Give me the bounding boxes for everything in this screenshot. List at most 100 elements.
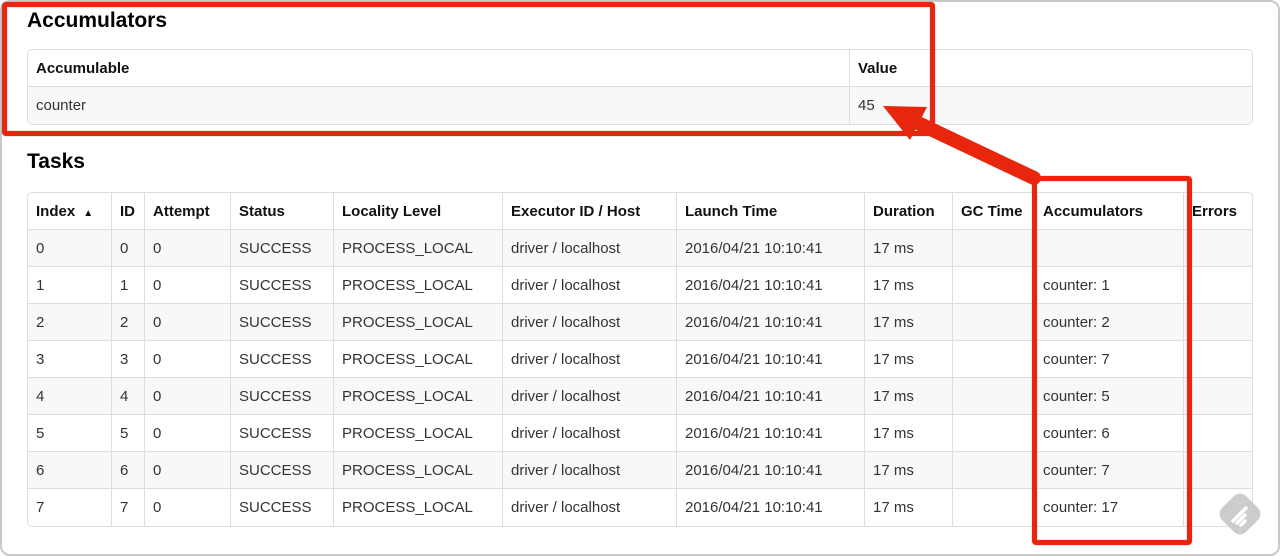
cell-locality-level: PROCESS_LOCAL [334,489,503,526]
cell-duration: 17 ms [865,415,953,452]
sort-ascending-icon: ▲ [83,207,94,219]
cell-executor-id-host: driver / localhost [503,415,677,452]
cell-accumulators [1035,230,1184,267]
cell-launch-time: 2016/04/21 10:10:41 [677,267,865,304]
cell-duration: 17 ms [865,230,953,267]
cell-attempt: 0 [145,341,231,378]
tasks-table: Index ▲ ID Attempt Status Locality Level … [27,192,1253,527]
cell-attempt: 0 [145,230,231,267]
cell-index: 0 [28,230,112,267]
column-header-accumulators[interactable]: Accumulators [1035,193,1184,230]
table-row: 4 4 0 SUCCESS PROCESS_LOCAL driver / localhos… [28,378,1252,415]
column-header-launch-time[interactable]: Launch Time [677,193,865,230]
cell-value: 45 [850,87,1252,124]
cell-accumulators: counter: 6 [1035,415,1184,452]
tasks-section-title: Tasks [27,150,85,173]
cell-status: SUCCESS [231,415,334,452]
cell-executor-id-host: driver / localhost [503,489,677,526]
column-header-value[interactable]: Value [850,50,1252,87]
cell-gc-time [953,415,1035,452]
column-header-locality-level[interactable]: Locality Level [334,193,503,230]
cell-status: SUCCESS [231,304,334,341]
cell-id: 6 [112,452,145,489]
column-header-index[interactable]: Index ▲ [28,193,112,230]
cell-status: SUCCESS [231,341,334,378]
cell-errors [1184,452,1252,489]
cell-executor-id-host: driver / localhost [503,452,677,489]
cell-duration: 17 ms [865,489,953,526]
cell-locality-level: PROCESS_LOCAL [334,452,503,489]
cell-id: 5 [112,415,145,452]
cell-index: 7 [28,489,112,526]
column-header-executor-id-host[interactable]: Executor ID / Host [503,193,677,230]
cell-locality-level: PROCESS_LOCAL [334,267,503,304]
cell-accumulators: counter: 7 [1035,452,1184,489]
cell-executor-id-host: driver / localhost [503,341,677,378]
cell-id: 3 [112,341,145,378]
cell-attempt: 0 [145,415,231,452]
cell-status: SUCCESS [231,267,334,304]
accumulators-table: Accumulable Value counter 45 [27,49,1253,125]
column-header-errors[interactable]: Errors [1184,193,1252,230]
cell-attempt: 0 [145,267,231,304]
column-header-gc-time[interactable]: GC Time [953,193,1035,230]
cell-locality-level: PROCESS_LOCAL [334,415,503,452]
skitch-stamp-icon [1215,489,1265,539]
cell-gc-time [953,489,1035,526]
cell-duration: 17 ms [865,267,953,304]
cell-launch-time: 2016/04/21 10:10:41 [677,304,865,341]
cell-gc-time [953,378,1035,415]
cell-executor-id-host: driver / localhost [503,304,677,341]
cell-errors [1184,415,1252,452]
cell-index: 4 [28,378,112,415]
cell-accumulators: counter: 2 [1035,304,1184,341]
cell-status: SUCCESS [231,230,334,267]
cell-errors [1184,304,1252,341]
column-header-id[interactable]: ID [112,193,145,230]
cell-executor-id-host: driver / localhost [503,378,677,415]
cell-launch-time: 2016/04/21 10:10:41 [677,230,865,267]
table-row: 1 1 0 SUCCESS PROCESS_LOCAL driver / localhos… [28,267,1252,304]
cell-locality-level: PROCESS_LOCAL [334,378,503,415]
cell-accumulators: counter: 7 [1035,341,1184,378]
cell-locality-level: PROCESS_LOCAL [334,304,503,341]
cell-launch-time: 2016/04/21 10:10:41 [677,415,865,452]
cell-attempt: 0 [145,304,231,341]
cell-errors [1184,230,1252,267]
table-row: counter 45 [28,87,1252,124]
column-header-attempt[interactable]: Attempt [145,193,231,230]
cell-id: 4 [112,378,145,415]
column-header-status[interactable]: Status [231,193,334,230]
cell-id: 0 [112,230,145,267]
table-row: 2 2 0 SUCCESS PROCESS_LOCAL driver / localhos… [28,304,1252,341]
table-row: 5 5 0 SUCCESS PROCESS_LOCAL driver / localhos… [28,415,1252,452]
column-header-accumulable[interactable]: Accumulable [28,50,850,87]
cell-accumulable: counter [28,87,850,124]
cell-attempt: 0 [145,378,231,415]
cell-status: SUCCESS [231,489,334,526]
column-header-index-label: Index [36,202,76,220]
table-row: 7 7 0 SUCCESS PROCESS_LOCAL driver / localhos… [28,489,1252,526]
cell-index: 6 [28,452,112,489]
cell-duration: 17 ms [865,378,953,415]
cell-errors [1184,267,1252,304]
table-row: 6 6 0 SUCCESS PROCESS_LOCAL driver / localhos… [28,452,1252,489]
table-row: 0 0 0 SUCCESS PROCESS_LOCAL driver / localhos… [28,230,1252,267]
cell-attempt: 0 [145,452,231,489]
cell-gc-time [953,452,1035,489]
cell-index: 5 [28,415,112,452]
cell-accumulators: counter: 1 [1035,267,1184,304]
cell-accumulators: counter: 17 [1035,489,1184,526]
column-header-duration[interactable]: Duration [865,193,953,230]
cell-gc-time [953,230,1035,267]
cell-locality-level: PROCESS_LOCAL [334,341,503,378]
cell-id: 2 [112,304,145,341]
cell-index: 1 [28,267,112,304]
cell-index: 3 [28,341,112,378]
cell-attempt: 0 [145,489,231,526]
cell-locality-level: PROCESS_LOCAL [334,230,503,267]
cell-gc-time [953,304,1035,341]
cell-id: 1 [112,267,145,304]
cell-accumulators: counter: 5 [1035,378,1184,415]
cell-launch-time: 2016/04/21 10:10:41 [677,489,865,526]
